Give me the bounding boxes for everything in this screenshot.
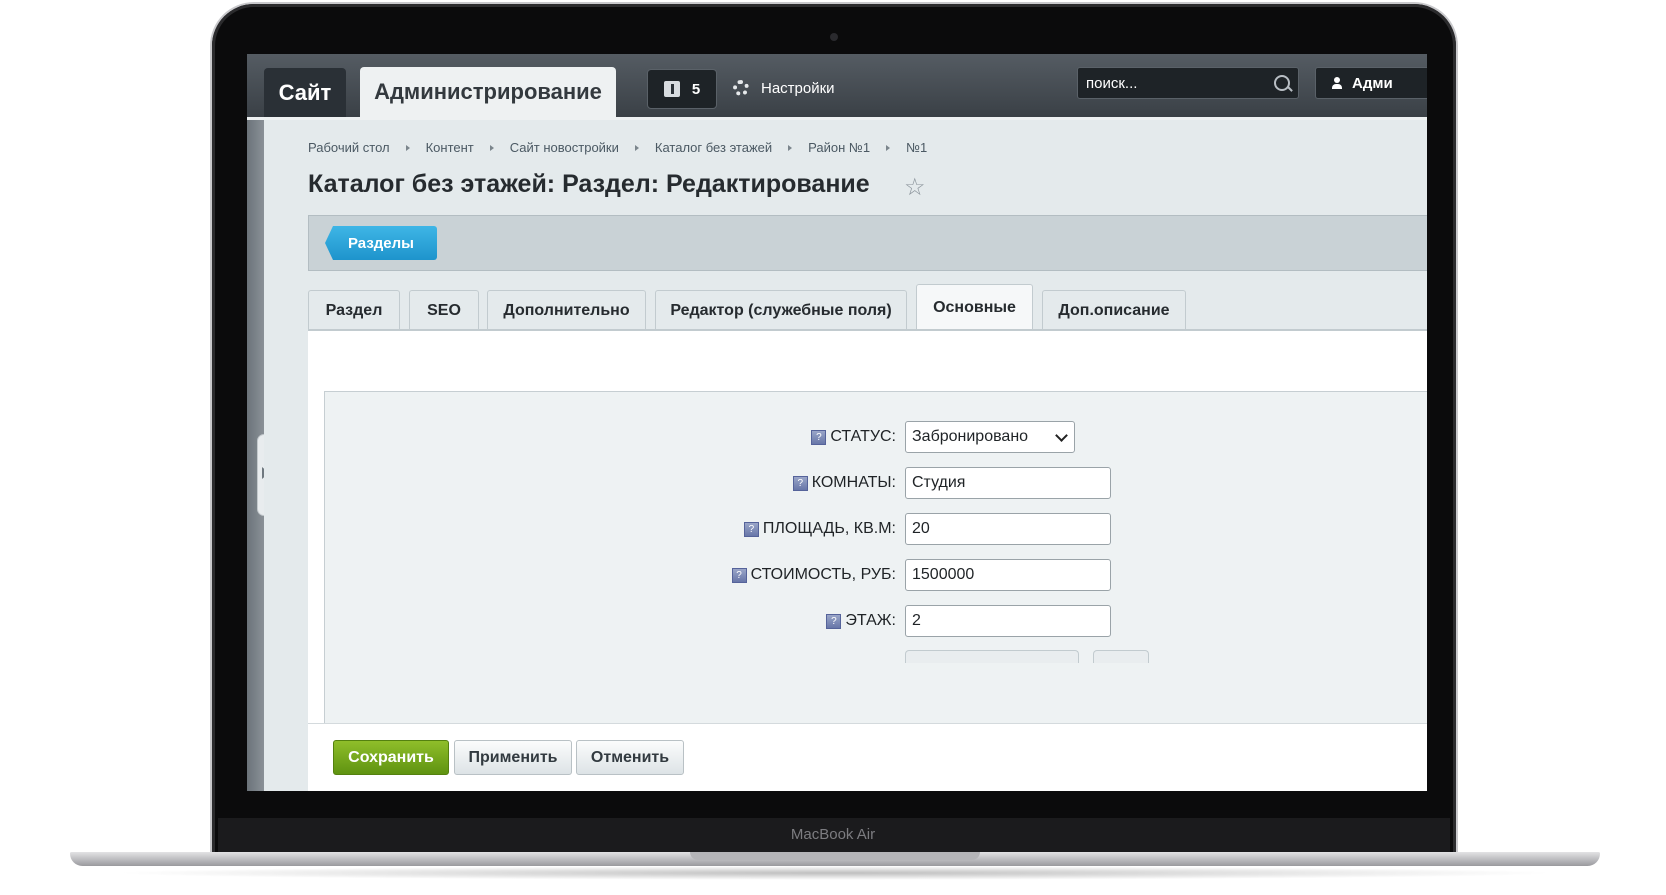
save-button[interactable]: Сохранить <box>333 740 449 775</box>
tab-additional[interactable]: Дополнительно <box>487 290 646 330</box>
tab-panel: ? СТАТУС: Забронировано ? КОМНАТЫ: Студи… <box>308 329 1427 791</box>
help-icon[interactable]: ? <box>743 521 759 537</box>
breadcrumb-item[interactable]: Каталог без этажей <box>655 140 772 155</box>
floor-input[interactable]: 2 <box>905 605 1111 637</box>
breadcrumb-item[interactable]: Сайт новостройки <box>510 140 619 155</box>
partially-hidden-button[interactable] <box>1093 650 1149 663</box>
chevron-down-icon <box>1055 428 1068 442</box>
context-toolbar: Разделы <box>308 215 1427 271</box>
breadcrumb-item[interactable]: Контент <box>426 140 474 155</box>
form-row-area: ? ПЛОЩАДЬ, КВ.М: 20 <box>325 513 1427 545</box>
tab-editor-service-fields[interactable]: Редактор (служебные поля) <box>655 290 907 330</box>
user-label: Адми <box>1352 74 1393 92</box>
notifications-button[interactable]: 5 <box>647 69 717 109</box>
screen: Сайт Администрирование 5 Настройки поиск… <box>247 54 1427 791</box>
user-menu-button[interactable]: Адми <box>1315 67 1427 99</box>
breadcrumb-item[interactable]: Рабочий стол <box>308 140 390 155</box>
user-icon <box>1332 77 1342 89</box>
price-label: ? СТОИМОСТЬ, РУБ: <box>731 559 896 591</box>
page-title: Каталог без этажей: Раздел: Редактирован… <box>308 170 870 198</box>
settings-link[interactable]: Настройки <box>733 69 835 107</box>
breadcrumb: Рабочий стол Контент Сайт новостройки Ка… <box>308 140 927 155</box>
form-row-price: ? СТОИМОСТЬ, РУБ: 1500000 <box>325 559 1427 591</box>
form-row-rooms: ? КОМНАТЫ: Студия <box>325 467 1427 499</box>
camera-icon <box>830 33 838 41</box>
price-label-text: СТОИМОСТЬ, РУБ: <box>750 566 896 583</box>
area-label: ? ПЛОЩАДЬ, КВ.М: <box>743 513 896 545</box>
area-label-text: ПЛОЩАДЬ, КВ.М: <box>762 520 896 537</box>
tab-main[interactable]: Основные <box>916 284 1033 330</box>
search-icon[interactable] <box>1274 75 1290 91</box>
apply-button[interactable]: Применить <box>454 740 572 775</box>
admin-tab-button[interactable]: Администрирование <box>360 67 616 117</box>
help-icon[interactable]: ? <box>731 567 747 583</box>
partially-hidden-button[interactable] <box>905 650 1079 663</box>
breadcrumb-separator-icon <box>489 144 494 151</box>
help-icon[interactable]: ? <box>792 475 808 491</box>
notification-icon <box>663 81 680 97</box>
main-content: Рабочий стол Контент Сайт новостройки Ка… <box>264 120 1427 791</box>
device-brand-label: MacBook Air <box>790 826 876 843</box>
tab-extra-description[interactable]: Доп.описание <box>1042 290 1186 330</box>
price-input[interactable]: 1500000 <box>905 559 1111 591</box>
tab-seo[interactable]: SEO <box>409 290 479 330</box>
status-value: Забронировано <box>912 428 1029 445</box>
tab-section[interactable]: Раздел <box>308 290 400 330</box>
left-collapsed-panel <box>247 120 273 791</box>
cancel-button[interactable]: Отменить <box>576 740 684 775</box>
breadcrumb-separator-icon <box>788 144 793 151</box>
gear-icon <box>733 80 749 96</box>
favorite-star-icon[interactable]: ☆ <box>904 173 926 202</box>
breadcrumb-separator-icon <box>634 144 639 151</box>
breadcrumb-item[interactable]: №1 <box>906 140 927 155</box>
form-footer: Сохранить Применить Отменить <box>308 723 1427 791</box>
settings-label: Настройки <box>761 79 835 97</box>
laptop-notch <box>690 852 980 860</box>
area-input[interactable]: 20 <box>905 513 1111 545</box>
notifications-count: 5 <box>691 80 701 98</box>
help-icon[interactable]: ? <box>811 429 827 445</box>
help-icon[interactable]: ? <box>826 613 842 629</box>
form-row-status: ? СТАТУС: Забронировано <box>325 421 1427 453</box>
status-label-text: СТАТУС: <box>830 428 896 445</box>
status-label: ? СТАТУС: <box>811 421 896 453</box>
search-input[interactable]: поиск... <box>1077 67 1299 99</box>
sections-button[interactable]: Разделы <box>325 226 437 260</box>
status-select[interactable]: Забронировано <box>905 421 1075 453</box>
laptop-shadow <box>110 866 1560 880</box>
breadcrumb-item[interactable]: Район №1 <box>808 140 870 155</box>
rooms-label: ? КОМНАТЫ: <box>792 467 896 499</box>
floor-label-text: ЭТАЖ: <box>845 612 896 629</box>
rooms-label-text: КОМНАТЫ: <box>811 474 896 491</box>
site-tab-button[interactable]: Сайт <box>264 68 346 117</box>
search-placeholder: поиск... <box>1086 74 1138 92</box>
form-row-floor: ? ЭТАЖ: 2 <box>325 605 1427 637</box>
admin-topbar: Сайт Администрирование 5 Настройки поиск… <box>247 54 1427 117</box>
breadcrumb-separator-icon <box>405 144 410 151</box>
breadcrumb-separator-icon <box>886 144 891 151</box>
floor-label: ? ЭТАЖ: <box>826 605 896 637</box>
rooms-input[interactable]: Студия <box>905 467 1111 499</box>
